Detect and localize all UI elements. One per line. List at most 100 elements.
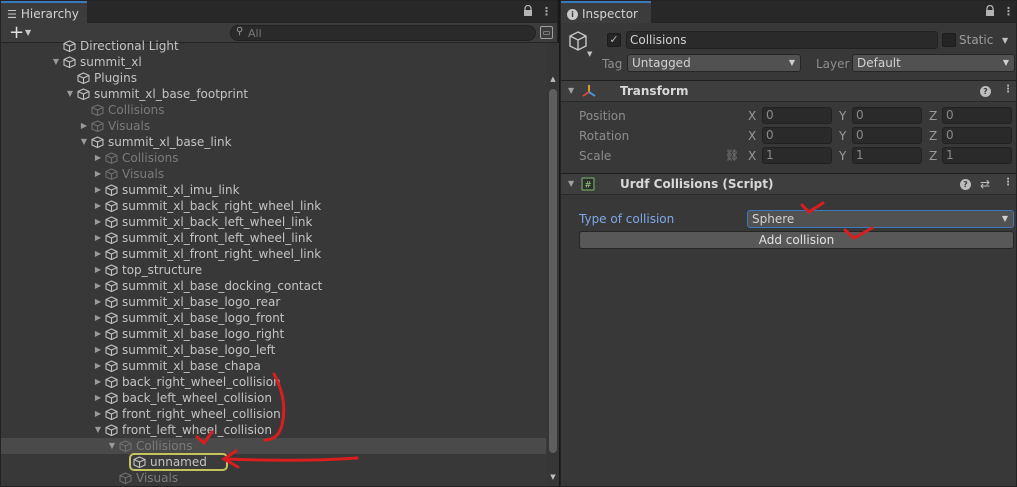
tree-row[interactable]: ▼ summit_xl_base_footprint — [1, 86, 546, 102]
inspector-tabbar: i Inspector ⋮ — [561, 1, 1016, 23]
expand-right-icon[interactable]: ▶ — [93, 406, 103, 422]
expand-down-icon[interactable]: ▼ — [107, 438, 117, 454]
lock-icon[interactable] — [985, 4, 995, 20]
tree-row[interactable]: ▶ summit_xl_base_logo_front — [1, 310, 546, 326]
type-of-collision-label: Type of collision — [579, 212, 675, 226]
static-label: Static — [959, 33, 994, 47]
tree-row[interactable]: ▶ summit_xl_base_logo_rear — [1, 294, 546, 310]
help-icon[interactable]: ? — [980, 86, 991, 97]
tree-row-label: back_left_wheel_collision — [122, 391, 272, 405]
transform-header[interactable]: ▼ Transform ? ⋮ — [561, 80, 1016, 102]
rotation-z-field[interactable]: 0 — [942, 127, 1012, 144]
tree-row[interactable]: Directional Light — [1, 38, 546, 54]
kebab-icon[interactable]: ⋮ — [1003, 5, 1014, 18]
position-x-field[interactable]: 0 — [762, 107, 832, 124]
tree-row[interactable]: ▶ summit_xl_back_right_wheel_link — [1, 198, 546, 214]
tree-row[interactable]: ▶ top_structure — [1, 262, 546, 278]
tree-row[interactable]: ▶ Visuals — [1, 118, 546, 134]
tree-row[interactable]: ▶ Visuals — [1, 166, 546, 182]
settings-icon[interactable]: ⇄ — [980, 177, 990, 191]
expand-right-icon[interactable]: ▶ — [93, 326, 103, 342]
expand-right-icon[interactable]: ▶ — [93, 182, 103, 198]
tree-row[interactable]: Visuals — [1, 470, 546, 486]
position-y-field[interactable]: 0 — [852, 107, 922, 124]
expand-right-icon[interactable]: ▶ — [93, 246, 103, 262]
expand-right-icon[interactable]: ▶ — [93, 150, 103, 166]
static-checkbox[interactable] — [942, 33, 956, 47]
expand-right-icon[interactable]: ▶ — [93, 358, 103, 374]
add-collision-button[interactable]: Add collision — [579, 231, 1014, 249]
expand-right-icon[interactable]: ▶ — [93, 310, 103, 326]
tree-row[interactable]: ▶ Collisions — [1, 150, 546, 166]
scroll-up-icon[interactable]: ▲ — [547, 75, 559, 83]
tree-row[interactable]: ▼ Collisions — [1, 438, 546, 454]
tree-row[interactable]: ▶ summit_xl_front_left_wheel_link — [1, 230, 546, 246]
scrollbar-thumb[interactable] — [549, 89, 557, 453]
tree-row[interactable]: ▼ summit_xl — [1, 54, 546, 70]
object-name-field[interactable]: Collisions — [626, 31, 938, 49]
expand-right-icon[interactable]: ▶ — [93, 198, 103, 214]
scale-y-field[interactable]: 1 — [852, 147, 922, 164]
expand-down-icon[interactable]: ▼ — [65, 86, 75, 102]
expand-right-icon[interactable]: ▶ — [93, 278, 103, 294]
lock-icon[interactable] — [523, 4, 533, 20]
tree-row[interactable]: ▶ summit_xl_base_logo_right — [1, 326, 546, 342]
scale-x-field[interactable]: 1 — [762, 147, 832, 164]
tag-dropdown[interactable]: Untagged ▼ — [627, 54, 801, 72]
type-of-collision-dropdown[interactable]: Sphere ▼ — [747, 210, 1014, 228]
expand-right-icon[interactable]: ▶ — [93, 374, 103, 390]
tree-row-label: summit_xl — [80, 55, 142, 69]
foldout-arrow-icon[interactable]: ▼ — [568, 86, 574, 95]
tree-row[interactable]: ▶ summit_xl_front_right_wheel_link — [1, 246, 546, 262]
tree-row[interactable]: ▶ summit_xl_imu_link — [1, 182, 546, 198]
tree-row[interactable]: ▶ summit_xl_base_logo_left — [1, 342, 546, 358]
rotation-y-field[interactable]: 0 — [852, 127, 922, 144]
expand-right-icon[interactable]: ▶ — [79, 118, 89, 134]
link-icon[interactable]: ⛓ — [725, 149, 739, 162]
kebab-icon[interactable]: ⋮ — [1003, 177, 1013, 188]
expand-right-icon[interactable]: ▶ — [93, 342, 103, 358]
kebab-icon[interactable]: ⋮ — [541, 5, 552, 18]
expand-down-icon[interactable]: ▼ — [93, 422, 103, 438]
tree-row-label: summit_xl_base_footprint — [94, 87, 249, 101]
expand-down-icon[interactable]: ▼ — [51, 54, 61, 70]
rotation-x-field[interactable]: 0 — [762, 127, 832, 144]
expand-right-icon[interactable]: ▶ — [93, 390, 103, 406]
cube-icon — [105, 200, 118, 213]
tab-hierarchy[interactable]: ☰ Hierarchy — [1, 1, 87, 23]
scroll-down-icon[interactable]: ▼ — [547, 473, 559, 481]
scale-z-field[interactable]: 1 — [942, 147, 1012, 164]
tree-row[interactable]: ▼ summit_xl_base_link — [1, 134, 546, 150]
tree-row[interactable]: ▼ front_left_wheel_collision — [1, 422, 546, 438]
kebab-icon[interactable]: ⋮ — [1003, 84, 1013, 95]
tree-row[interactable]: ▶ summit_xl_back_left_wheel_link — [1, 214, 546, 230]
expand-down-icon[interactable]: ▼ — [79, 134, 89, 150]
static-dropdown-icon[interactable]: ▼ — [1002, 36, 1008, 45]
chevron-down-icon[interactable]: ▼ — [25, 28, 31, 37]
expand-right-icon[interactable]: ▶ — [93, 214, 103, 230]
active-checkbox[interactable]: ✓ — [607, 33, 621, 47]
position-z-field[interactable]: 0 — [942, 107, 1012, 124]
tag-value: Untagged — [632, 56, 691, 70]
tree-row[interactable]: unnamed — [1, 454, 546, 470]
tree-row-label: summit_xl_base_link — [108, 135, 232, 149]
expand-right-icon[interactable]: ▶ — [93, 262, 103, 278]
help-icon[interactable]: ? — [960, 179, 971, 190]
expand-right-icon[interactable]: ▶ — [93, 294, 103, 310]
tree-row[interactable]: ▶ summit_xl_base_chapa — [1, 358, 546, 374]
tree-row[interactable]: ▶ back_right_wheel_collision — [1, 374, 546, 390]
tree-row[interactable]: Plugins — [1, 70, 546, 86]
layer-dropdown[interactable]: Default ▼ — [852, 54, 1015, 72]
expand-right-icon[interactable]: ▶ — [93, 166, 103, 182]
tree-row[interactable]: ▶ front_right_wheel_collision — [1, 406, 546, 422]
axis-z-label: Z — [929, 109, 938, 123]
tree-row-label: summit_xl_base_docking_contact — [122, 279, 323, 293]
foldout-arrow-icon[interactable]: ▼ — [568, 179, 574, 188]
tree-row[interactable]: ▶ summit_xl_base_docking_contact — [1, 278, 546, 294]
tab-inspector[interactable]: i Inspector — [561, 1, 651, 23]
tree-row[interactable]: ▶ back_left_wheel_collision — [1, 390, 546, 406]
expand-right-icon[interactable]: ▶ — [93, 230, 103, 246]
urdf-collisions-header[interactable]: ▼ # Urdf Collisions (Script) ? ⇄ ⋮ — [561, 173, 1016, 195]
chevron-down-icon[interactable]: ▼ — [587, 50, 592, 58]
tree-row[interactable]: Collisions — [1, 102, 546, 118]
